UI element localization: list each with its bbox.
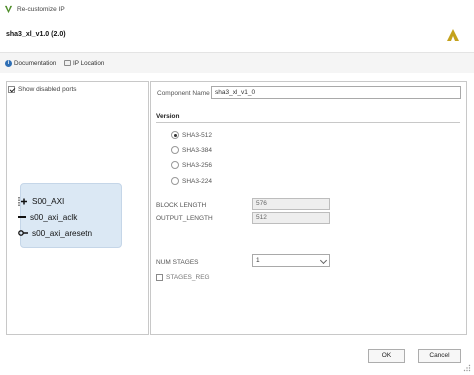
vivado-logo-icon	[4, 5, 13, 14]
radio-button[interactable]	[171, 131, 179, 139]
radio-label: SHA3-384	[182, 146, 212, 154]
brand-logo-icon	[447, 29, 459, 41]
checkbox-box[interactable]	[156, 274, 163, 281]
block-length-label: BLOCK LENGTH	[156, 202, 207, 209]
num-stages-select[interactable]: 1	[252, 254, 330, 267]
info-icon: i	[5, 59, 12, 67]
port-label: s00_axi_aresetn	[32, 228, 93, 238]
ip-location-button[interactable]: IP Location	[64, 58, 104, 68]
ip-location-label: IP Location	[73, 59, 105, 67]
num-stages-value: 1	[256, 257, 260, 264]
cancel-button[interactable]: Cancel	[418, 349, 461, 363]
num-stages-label: NUM STAGES	[156, 259, 199, 266]
window-title: Re-customize IP	[17, 6, 65, 13]
radio-label: SHA3-512	[182, 131, 212, 139]
title-bar	[0, 0, 474, 20]
component-name-input[interactable]: sha3_xl_v1_0	[211, 86, 461, 99]
radio-button[interactable]	[171, 161, 179, 169]
radio-button[interactable]	[171, 146, 179, 154]
port-line-icon	[18, 216, 26, 218]
radio-sha3-256[interactable]: SHA3-256	[171, 161, 212, 169]
radio-sha3-512[interactable]: SHA3-512	[171, 131, 212, 139]
documentation-menu[interactable]: i Documentation	[5, 58, 56, 68]
stages-reg-label: STAGES_REG	[166, 274, 210, 281]
folder-icon	[64, 60, 71, 66]
ok-button[interactable]: OK	[368, 349, 405, 363]
port-label: S00_AXI	[32, 196, 65, 206]
checkbox-box[interactable]	[8, 86, 15, 93]
show-disabled-ports-checkbox[interactable]: Show disabled ports	[8, 86, 77, 93]
radio-sha3-224[interactable]: SHA3-224	[171, 177, 212, 185]
stages-reg-checkbox[interactable]: STAGES_REG	[156, 274, 210, 281]
port-s00-axi-aclk[interactable]: s00_axi_aclk	[18, 212, 77, 222]
block-length-field: 576	[252, 198, 330, 210]
ip-name-title: sha3_xl_v1.0 (2.0)	[6, 31, 66, 38]
output-length-field: 512	[252, 212, 330, 224]
version-divider	[156, 122, 460, 123]
active-low-port-icon	[18, 230, 28, 236]
expand-plus-icon[interactable]	[18, 196, 28, 207]
resize-grip-icon[interactable]	[463, 364, 471, 372]
documentation-label: Documentation	[14, 59, 57, 67]
port-s00-axi-aresetn[interactable]: s00_axi_aresetn	[18, 228, 92, 238]
radio-sha3-384[interactable]: SHA3-384	[171, 146, 212, 154]
header-band	[0, 20, 474, 52]
radio-label: SHA3-256	[182, 161, 212, 169]
radio-button[interactable]	[171, 177, 179, 185]
version-section-header: Version	[156, 113, 180, 120]
port-label: s00_axi_aclk	[30, 212, 78, 222]
component-name-label: Component Name	[157, 90, 210, 97]
show-disabled-ports-label: Show disabled ports	[18, 86, 77, 93]
chevron-down-icon	[319, 256, 328, 265]
radio-label: SHA3-224	[182, 177, 212, 185]
output-length-label: OUTPUT_LENGTH	[156, 215, 213, 222]
port-s00-axi[interactable]: S00_AXI	[18, 196, 64, 206]
